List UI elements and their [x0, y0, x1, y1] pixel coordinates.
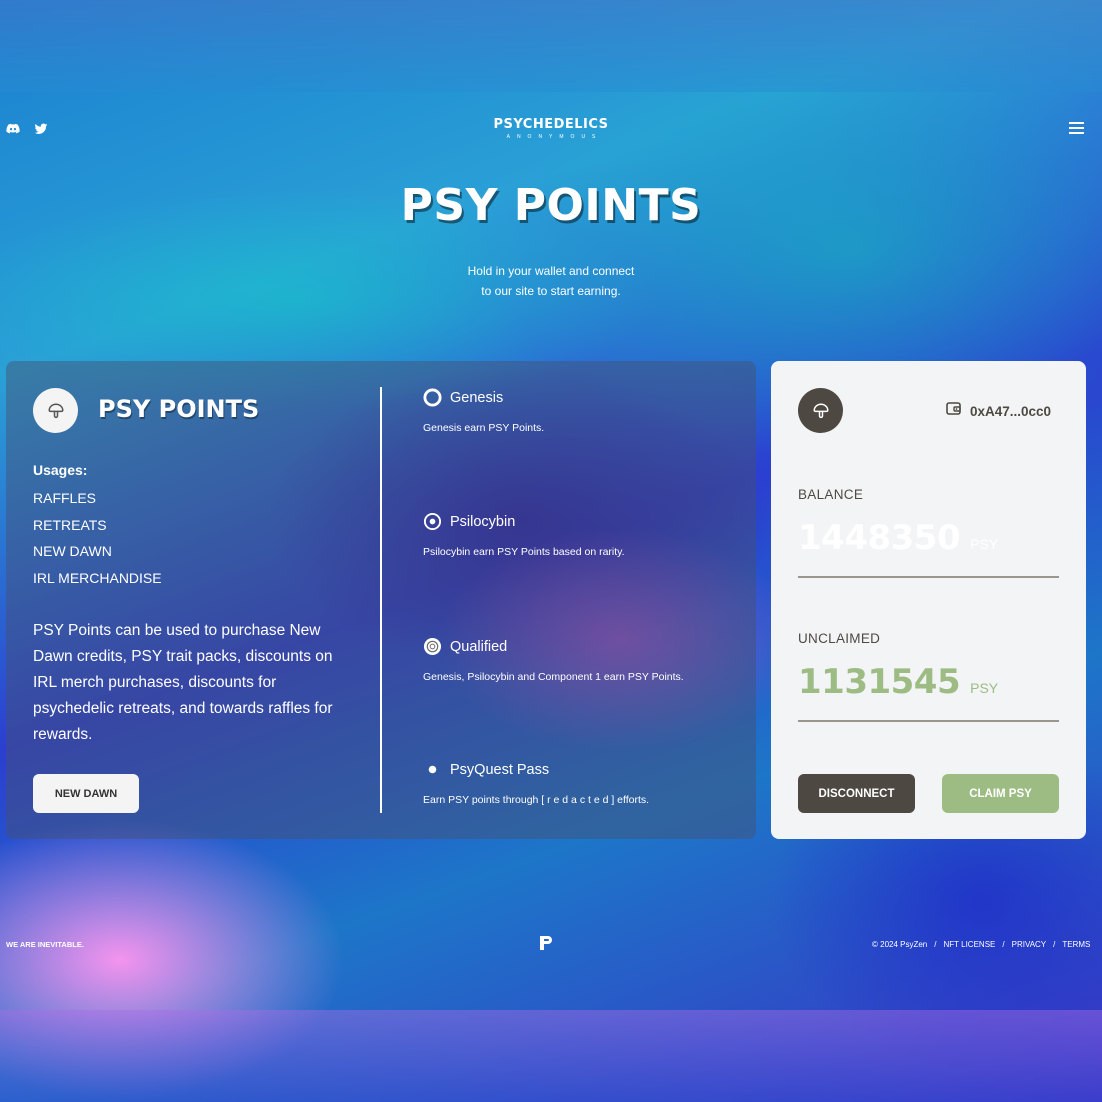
usage-item: IRL MERCHANDISE [33, 569, 162, 586]
mushroom-icon [812, 403, 829, 418]
balance-unit: PSY [970, 536, 999, 552]
wallet-icon [946, 401, 962, 421]
footer-tagline: WE ARE INEVITABLE. [6, 940, 84, 949]
tier-psilocybin: Psilocybin Psilocybin earn PSY Points ba… [423, 512, 625, 558]
subtitle-line-2: to our site to start earning. [481, 284, 621, 298]
unclaimed-amount: 1131545 PSY [798, 662, 998, 702]
unclaimed-value: 1131545 [798, 662, 961, 702]
tier-description: Genesis earn PSY Points. [423, 422, 545, 434]
moon-phases-icon [423, 760, 442, 779]
wallet-address-text: 0xA47...0cc0 [970, 403, 1052, 419]
logo-title: PSYCHEDELICS [493, 117, 609, 132]
footer-separator: / [1002, 940, 1005, 949]
tier-qualified: Qualified Genesis, Psilocybin and Compon… [423, 637, 684, 683]
usages-label: Usages: [33, 462, 88, 478]
page-title: PSY POINTS [400, 180, 702, 231]
unclaimed-label: UNCLAIMED [798, 631, 881, 646]
tier-description: Psilocybin earn PSY Points based on rari… [423, 546, 625, 558]
tier-description: Earn PSY points through [ r e d a c t e … [423, 794, 650, 806]
usage-item: RETREATS [33, 516, 107, 533]
mushroom-avatar-dark [798, 388, 843, 433]
hamburger-icon[interactable] [1069, 121, 1084, 135]
tier-name: PsyQuest Pass [450, 761, 550, 778]
bottom-band [0, 1010, 1102, 1102]
points-description: PSY Points can be used to purchase New D… [33, 622, 333, 743]
footer-logo-icon[interactable] [539, 935, 553, 951]
privacy-link[interactable]: PRIVACY [1012, 940, 1047, 949]
claim-psy-button[interactable]: CLAIM PSY [942, 774, 1059, 813]
subtitle-line-1: Hold in your wallet and connect [467, 264, 635, 278]
mushroom-icon [47, 403, 64, 418]
tier-name: Qualified [450, 638, 508, 655]
tier-name: Psilocybin [450, 513, 516, 530]
tier-name: Genesis [450, 389, 504, 406]
page-subtitle: Hold in your wallet and connect to our s… [0, 261, 1102, 301]
nft-license-link[interactable]: NFT LICENSE [944, 940, 996, 949]
unclaimed-divider [798, 720, 1059, 722]
balance-divider [798, 576, 1059, 578]
card-divider [380, 387, 382, 813]
footer-separator: / [1053, 940, 1056, 949]
tier-genesis: Genesis Genesis earn PSY Points. [423, 388, 544, 434]
terms-link[interactable]: TERMS [1062, 940, 1090, 949]
balance-value: 1448350 [798, 518, 961, 558]
disconnect-button[interactable]: DISCONNECT [798, 774, 915, 813]
usage-item: NEW DAWN [33, 543, 112, 559]
tier-psyquest-pass: PsyQuest Pass Earn PSY points through [ … [423, 760, 650, 807]
footer-separator: / [934, 940, 937, 949]
mushroom-avatar [33, 388, 78, 433]
info-card-title: PSY POINTS [98, 395, 260, 423]
unclaimed-unit: PSY [970, 680, 999, 696]
coin-icon [423, 637, 442, 656]
ring-icon [423, 388, 442, 407]
usages-list: RAFFLES RETREATS NEW DAWN IRL MERCHANDIS… [33, 488, 162, 594]
top-band [0, 0, 1102, 92]
wallet-address[interactable]: 0xA47...0cc0 [946, 401, 1051, 421]
balance-amount: 1448350 PSY [798, 518, 998, 558]
site-logo[interactable]: PSYCHEDELICS ANONYMOUS [0, 117, 1102, 140]
footer-links: © 2024 PsyZen / NFT LICENSE / PRIVACY / … [872, 940, 1090, 949]
logo-subtitle: ANONYMOUS [506, 134, 603, 140]
usage-item: RAFFLES [33, 490, 97, 506]
balance-label: BALANCE [798, 487, 864, 502]
footer-copyright: © 2024 PsyZen [872, 940, 928, 949]
target-icon [423, 512, 442, 531]
tier-description: Genesis, Psilocybin and Component 1 earn… [423, 671, 684, 683]
new-dawn-button[interactable]: NEW DAWN [33, 774, 139, 813]
